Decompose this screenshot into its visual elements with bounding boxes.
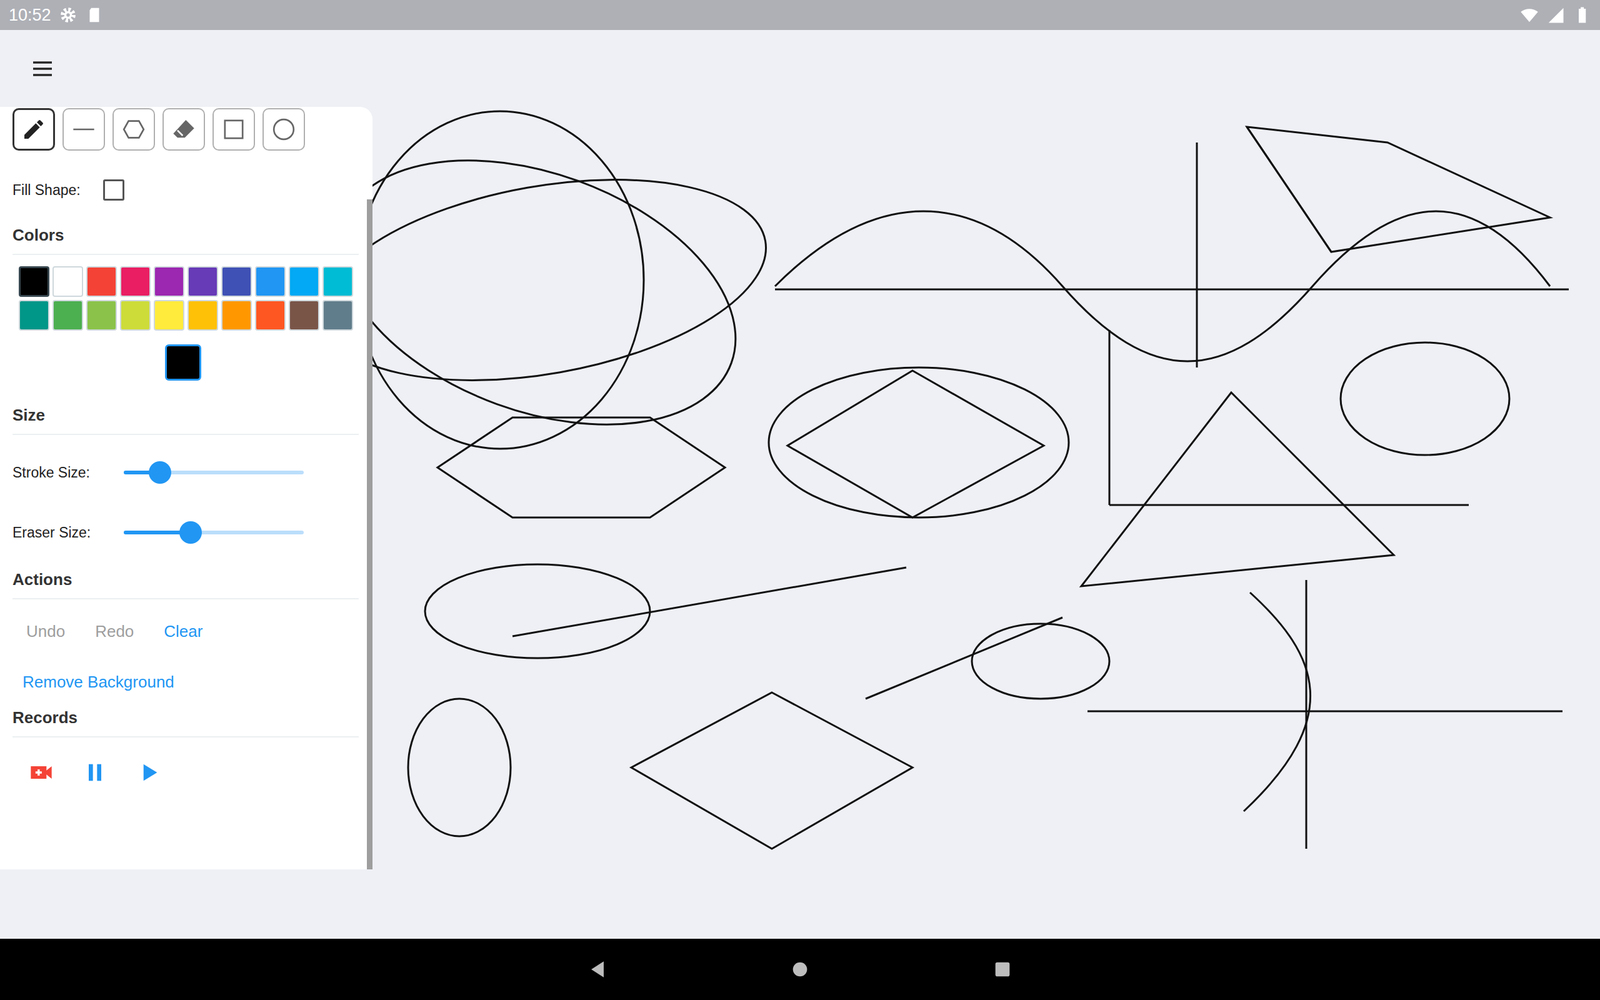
drawing-area: Fill Shape: Colors Size Stroke Size: Eraser … [0,30,1600,939]
slider-label: Stroke Size: [12,464,124,482]
tool-row [12,108,367,151]
record-button[interactable] [28,760,54,785]
pencil-icon [21,116,47,142]
action-button[interactable]: Clear [155,615,212,648]
color-swatch[interactable] [322,300,354,331]
fill-shape-label: Fill Shape: [12,181,81,199]
fill-shape-row: Fill Shape: [12,179,367,201]
color-swatch[interactable] [221,300,252,331]
size-slider[interactable] [123,520,304,545]
line-icon [71,116,97,142]
colors-title: Colors [12,225,359,255]
current-color[interactable] [165,344,202,381]
action-button[interactable]: Redo [86,615,143,648]
remove-background-button[interactable]: Remove Background [12,666,184,699]
screen: 10:52 Fill Shape: Colors Size Stroke Size: Er… [0,0,1600,1000]
color-swatch[interactable] [120,300,151,331]
slider-thumb[interactable] [148,461,172,484]
color-swatch[interactable] [288,300,320,331]
color-swatch[interactable] [187,300,219,331]
tool-button[interactable] [112,108,155,151]
menu-icon[interactable] [30,56,55,82]
status-bar: 10:52 [0,0,1600,30]
color-swatch[interactable] [18,300,50,331]
size-slider[interactable] [123,460,304,485]
circle-icon [271,116,297,142]
tool-button[interactable] [212,108,255,151]
record-button[interactable] [82,760,108,785]
top-bar [0,30,1600,107]
home-icon[interactable] [789,958,811,980]
color-swatch[interactable] [120,266,151,297]
color-swatch[interactable] [18,266,50,297]
size-slider-row: Stroke Size: [12,460,367,485]
back-icon[interactable] [586,958,609,980]
color-swatch[interactable] [86,266,117,297]
pause-icon [82,760,108,785]
tool-button[interactable] [262,108,305,151]
sd-card-icon [85,5,104,25]
action-row: Undo Redo Clear [12,615,367,648]
color-swatch[interactable] [52,300,84,331]
fill-shape-checkbox[interactable] [103,179,125,201]
eraser-icon [171,116,197,142]
slider-label: Eraser Size: [12,524,124,542]
color-palette [12,266,367,331]
navigation-bar [0,938,1600,1000]
action-button[interactable]: Undo [17,615,74,648]
status-time: 10:52 [8,5,52,25]
actions-title: Actions [12,570,359,600]
color-swatch[interactable] [288,266,320,297]
color-swatch[interactable] [153,300,185,331]
color-swatch[interactable] [221,266,252,297]
color-swatch[interactable] [86,300,117,331]
records-row [12,760,367,785]
size-title: Size [12,405,359,435]
scrollbar[interactable] [366,199,373,870]
color-swatch[interactable] [255,266,286,297]
color-swatch[interactable] [187,266,219,297]
gear-icon [58,5,78,25]
square-icon [221,116,247,142]
color-swatch[interactable] [322,266,354,297]
signal-icon [1546,5,1565,25]
tool-button[interactable] [162,108,205,151]
records-title: Records [12,708,359,738]
play-icon [136,760,162,785]
color-swatch[interactable] [153,266,185,297]
recents-icon[interactable] [991,958,1014,980]
record-button[interactable] [136,760,162,785]
color-swatch[interactable] [52,266,84,297]
video-record-icon [28,760,54,785]
slider-thumb[interactable] [179,521,202,544]
tool-panel: Fill Shape: Colors Size Stroke Size: Eraser … [0,106,373,870]
battery-icon [1572,5,1592,25]
hexagon-icon [121,116,147,142]
tool-button[interactable] [62,108,105,151]
wifi-icon [1520,5,1539,25]
size-slider-row: Eraser Size: [12,520,367,545]
color-swatch[interactable] [255,300,286,331]
tool-button[interactable] [12,108,55,151]
